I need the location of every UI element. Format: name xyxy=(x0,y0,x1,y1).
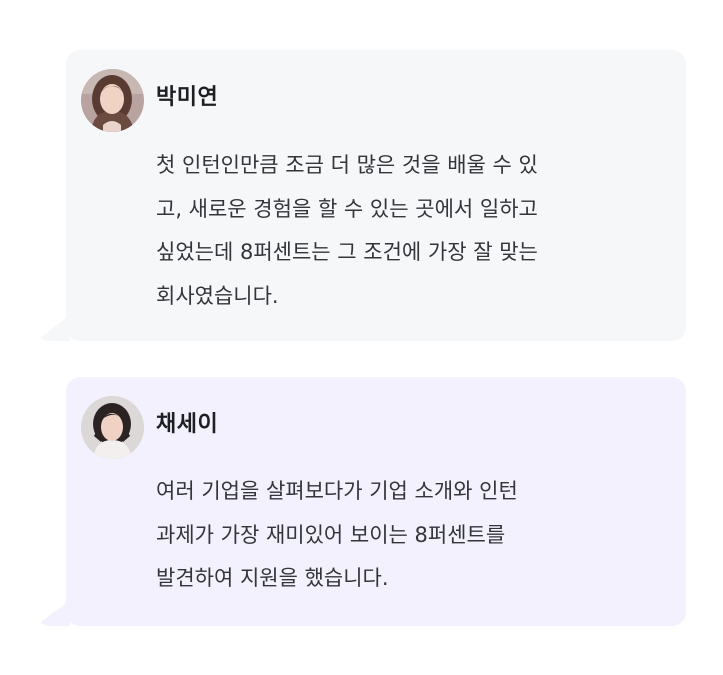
testimonial-quote: 첫 인턴인만큼 조금 더 많은 것을 배울 수 있 고, 새로운 경험을 할 수… xyxy=(156,144,656,318)
avatar xyxy=(81,396,144,459)
quote-line: 첫 인턴인만큼 조금 더 많은 것을 배울 수 있 xyxy=(156,153,538,177)
quote-line: 발견하여 지원을 했습니다. xyxy=(156,566,389,590)
speech-bubble-tail xyxy=(36,315,70,341)
avatar xyxy=(81,69,144,132)
testimonial-card: 채세이 여러 기업을 살펴보다가 기업 소개와 인턴 과제가 가장 재미있어 보… xyxy=(36,377,686,626)
quote-line: 여러 기업을 살펴보다가 기업 소개와 인턴 xyxy=(156,479,518,503)
quote-line: 회사였습니다. xyxy=(156,283,279,308)
testimonial-quote: 여러 기업을 살펴보다가 기업 소개와 인턴 과제가 가장 재미있어 보이는 8… xyxy=(156,470,656,601)
quote-line: 싶었는데 8퍼센트는 그 조건에 가장 잘 맞는 xyxy=(156,240,538,264)
author-name: 박미연 xyxy=(156,85,219,110)
profile-photo-icon xyxy=(81,69,144,132)
author-name: 채세이 xyxy=(156,412,219,437)
speech-bubble-tail xyxy=(36,600,70,626)
profile-photo-icon xyxy=(81,396,144,459)
testimonial-card: 박미연 첫 인턴인만큼 조금 더 많은 것을 배울 수 있 고, 새로운 경험을… xyxy=(36,50,686,341)
quote-line: 과제가 가장 재미있어 보이는 8퍼센트를 xyxy=(156,522,506,547)
quote-line: 고, 새로운 경험을 할 수 있는 곳에서 일하고 xyxy=(156,196,538,221)
